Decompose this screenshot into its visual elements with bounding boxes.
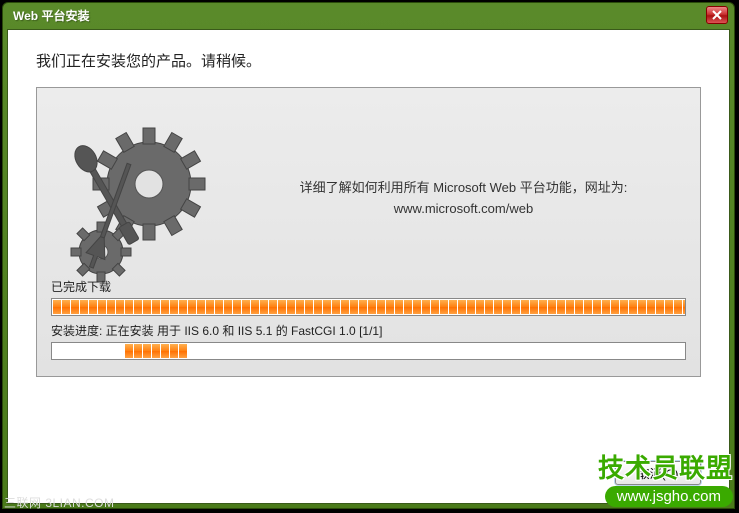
download-fill: [53, 300, 686, 314]
client-area: 我们正在安装您的产品。请稍候。: [7, 29, 730, 504]
download-progress-block: 已完成下载: [51, 278, 686, 316]
install-progress-block: 安装进度: 正在安装 用于 IIS 6.0 和 IIS 5.1 的 FastCG…: [51, 322, 686, 360]
button-row: 取消(C): [615, 461, 701, 485]
footer-text: 三联网 3LIAN.COM: [4, 494, 115, 511]
progress-section: 已完成下载 安装进度: 正在安装 用于 IIS 6.0 和 IIS 5.1 的 …: [51, 278, 686, 366]
page-heading: 我们正在安装您的产品。请稍候。: [8, 30, 729, 87]
gear-illustration: [59, 114, 229, 294]
download-progress-bar: [51, 298, 686, 316]
promo-line-2: www.microsoft.com/web: [247, 199, 680, 220]
download-label: 已完成下载: [51, 278, 686, 295]
info-panel: 详细了解如何利用所有 Microsoft Web 平台功能，网址为: www.m…: [36, 87, 701, 377]
install-fill: [125, 344, 187, 358]
gear-icon: [59, 114, 229, 294]
promo-text: 详细了解如何利用所有 Microsoft Web 平台功能，网址为: www.m…: [247, 178, 680, 220]
promo-line-1: 详细了解如何利用所有 Microsoft Web 平台功能，网址为:: [247, 178, 680, 199]
install-label: 安装进度: 正在安装 用于 IIS 6.0 和 IIS 5.1 的 FastCG…: [51, 322, 686, 339]
window-title: Web 平台安装: [9, 7, 706, 24]
close-icon: [712, 10, 722, 20]
titlebar[interactable]: Web 平台安装: [3, 3, 734, 27]
cancel-button[interactable]: 取消(C): [615, 461, 701, 485]
close-button[interactable]: [706, 6, 728, 24]
install-progress-bar: [51, 342, 686, 360]
installer-window: Web 平台安装 我们正在安装您的产品。请稍候。: [2, 2, 735, 509]
